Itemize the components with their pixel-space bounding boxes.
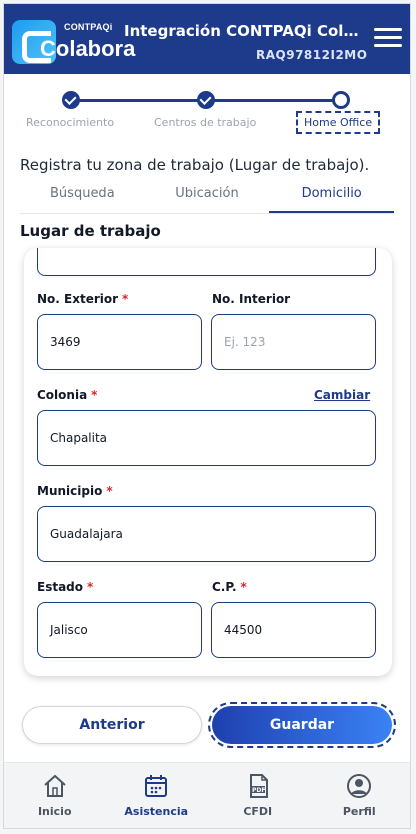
colonia-field[interactable]: Chapalita [37, 410, 376, 466]
step-done-icon [197, 91, 215, 109]
nav-label-cfdi: CFDI [243, 805, 273, 818]
no-interior-label: No. Interior [212, 292, 291, 306]
nav-label-perfil: Perfil [342, 805, 376, 818]
guardar-button[interactable]: Guardar [208, 702, 396, 748]
no-exterior-field[interactable]: 3469 [37, 314, 202, 370]
step-done-icon [62, 91, 80, 109]
tab-busqueda[interactable]: Búsqueda [20, 180, 145, 213]
colonia-label: Colonia * [37, 388, 98, 402]
municipio-label: Municipio * [37, 484, 113, 498]
screen-frame: CONTPAQi Colabora Integración CONTPAQi C… [0, 0, 416, 834]
logo-brand-small: CONTPAQi [64, 22, 113, 32]
section-title: Lugar de trabajo [20, 222, 161, 240]
tab-ubicacion[interactable]: Ubicación [145, 180, 270, 213]
instructions-text: Registra tu zona de trabajo (Lugar de tr… [20, 156, 370, 174]
header-rfc: RAQ97812I2MO [256, 48, 368, 62]
no-interior-field[interactable]: Ej. 123 [211, 314, 376, 370]
no-exterior-label: No. Exterior * [37, 292, 129, 306]
nav-item-perfil[interactable]: Perfil [309, 763, 411, 828]
tab-domicilio[interactable]: Domicilio [269, 180, 395, 213]
step-label-centros: Centros de trabajo [154, 116, 257, 129]
nav-label-asistencia: Asistencia [124, 805, 189, 818]
street-field[interactable] [37, 248, 376, 276]
home-icon [44, 774, 66, 797]
app-screen: CONTPAQi Colabora Integración CONTPAQi C… [4, 4, 410, 828]
calendar-icon [145, 775, 168, 797]
nav-item-cfdi[interactable]: PDF CFDI [207, 763, 309, 828]
location-tabs: Búsqueda Ubicación Domicilio [20, 180, 395, 214]
app-header: CONTPAQi Colabora Integración CONTPAQi C… [4, 4, 410, 74]
cp-field[interactable]: 44500 [211, 602, 376, 658]
municipio-field[interactable]: Guadalajara [37, 506, 376, 562]
pdf-icon: PDF [249, 774, 268, 798]
user-icon [347, 774, 372, 798]
nav-item-inicio[interactable]: Inicio [4, 763, 106, 828]
bottom-navigation: Inicio Asistencia PDF CFDI Perfil [4, 762, 410, 828]
logo-brand: Colabora [40, 36, 136, 61]
cambiar-colonia-link[interactable]: Cambiar [314, 388, 370, 402]
cp-label: C.P. * [212, 580, 247, 594]
anterior-button[interactable]: Anterior [22, 706, 202, 744]
nav-label-inicio: Inicio [37, 805, 72, 818]
estado-label: Estado * [37, 580, 94, 594]
colabora-logo: CONTPAQi Colabora [12, 16, 135, 66]
step-label-home-office[interactable]: Home Office [294, 110, 382, 135]
step-current-icon [332, 91, 350, 109]
svg-text:PDF: PDF [252, 787, 265, 794]
step-label-reconocimiento: Reconocimiento [26, 116, 115, 129]
nav-item-asistencia[interactable]: Asistencia [106, 763, 208, 828]
address-form-card: No. Exterior * 3469 No. Interior Ej. 123 … [24, 248, 392, 676]
hamburger-menu-icon[interactable] [374, 28, 402, 50]
estado-field[interactable]: Jalisco [37, 602, 202, 658]
progress-stepper: Reconocimiento Centros de trabajo Home O… [4, 74, 410, 144]
header-title: Integración CONTPAQi Colabo... [124, 22, 368, 40]
